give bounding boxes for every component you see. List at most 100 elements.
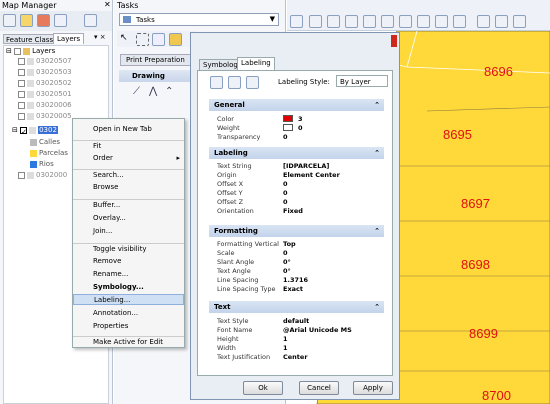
section-labeling[interactable]: Labeling ⌃: [209, 147, 384, 159]
property-row[interactable]: Height 1: [213, 335, 383, 344]
property-row[interactable]: Text String [IDPARCELA]: [213, 162, 383, 171]
ok-button[interactable]: Ok: [243, 381, 283, 395]
layer-item[interactable]: 03020507: [18, 57, 72, 68]
property-row[interactable]: Offset X 0: [213, 180, 383, 189]
layer-item[interactable]: 0302000: [18, 171, 67, 182]
place-line-icon[interactable]: ⟋: [133, 86, 140, 97]
close-icon[interactable]: [391, 35, 397, 47]
list-options-icon[interactable]: [84, 14, 97, 27]
property-label: Transparency: [217, 133, 261, 141]
place-smartline-icon[interactable]: ⋀: [149, 86, 157, 97]
section-general[interactable]: General ⌃: [209, 99, 384, 111]
zoom-in-icon[interactable]: [363, 15, 376, 28]
pointer-icon[interactable]: ↖: [120, 33, 133, 46]
element-info-icon[interactable]: [169, 33, 182, 46]
menu-open-new-tab[interactable]: Open in New Tab: [73, 124, 184, 135]
property-value: 0: [283, 198, 288, 206]
menu-symbology[interactable]: Symbology...: [73, 282, 184, 293]
tab-print-preparation[interactable]: Print Preparation: [120, 54, 196, 66]
cancel-button[interactable]: Cancel: [299, 381, 339, 395]
property-row[interactable]: Transparency 0: [213, 133, 383, 142]
menu-fit[interactable]: Fit: [73, 140, 184, 151]
layer-item[interactable]: 03020502: [18, 79, 72, 90]
layer-label: 03020503: [36, 68, 72, 76]
property-row[interactable]: Text Style default: [213, 317, 383, 326]
menu-overlay[interactable]: Overlay...: [73, 213, 184, 224]
layer-item[interactable]: 03020501: [18, 90, 72, 101]
open-folder-icon[interactable]: [20, 14, 33, 27]
menu-remove[interactable]: Remove: [73, 256, 184, 267]
menu-rename[interactable]: Rename...: [73, 269, 184, 280]
drawing-header[interactable]: Drawing: [119, 70, 195, 82]
select-icon[interactable]: [136, 33, 149, 46]
tasks-icon: [123, 16, 131, 23]
fence-icon[interactable]: [152, 33, 165, 46]
fit-view-icon[interactable]: [345, 15, 358, 28]
label-tool-icon[interactable]: [210, 76, 223, 89]
property-row[interactable]: Weight 0: [213, 124, 383, 133]
add-layer-icon[interactable]: [37, 14, 50, 27]
property-row[interactable]: Offset Z 0: [213, 198, 383, 207]
layer-item[interactable]: 03020006: [18, 101, 72, 112]
close-icon[interactable]: ✕: [104, 0, 111, 9]
property-row[interactable]: Width 1: [213, 344, 383, 353]
menu-labeling[interactable]: Labeling...: [73, 294, 184, 305]
menu-order[interactable]: Order ▸: [73, 153, 184, 164]
place-shape-icon[interactable]: ⌃: [165, 86, 173, 97]
properties-icon[interactable]: [54, 14, 67, 27]
section-text[interactable]: Text ⌃: [209, 301, 384, 313]
property-row[interactable]: Text Justification Center: [213, 353, 383, 362]
property-row[interactable]: Line Spacing Type Exact: [213, 285, 383, 294]
previous-view-icon[interactable]: [435, 15, 448, 28]
rotate-view-icon[interactable]: [327, 15, 340, 28]
menu-search[interactable]: Search...: [73, 169, 184, 180]
dialog-titlebar[interactable]: [191, 33, 399, 49]
property-row[interactable]: Origin Element Center: [213, 171, 383, 180]
labeling-style-select[interactable]: By Layer: [336, 75, 388, 87]
menu-browse[interactable]: Browse: [73, 182, 184, 193]
clip-volume-icon[interactable]: [513, 15, 526, 28]
menu-toggle-visibility[interactable]: Toggle visibility: [73, 243, 184, 254]
property-row[interactable]: Line Spacing 1.3716: [213, 276, 383, 285]
tasks-dropdown[interactable]: Tasks ▼: [119, 13, 279, 26]
pin-icon[interactable]: ▾ ×: [94, 33, 106, 41]
layer-item-selected[interactable]: ⊟ ✓ 0302: [12, 126, 58, 137]
property-row[interactable]: Formatting Vertical Top: [213, 240, 383, 249]
display-style-icon[interactable]: [309, 15, 322, 28]
sublayer-item[interactable]: Rios: [30, 160, 54, 171]
tab-layers[interactable]: Layers: [53, 33, 85, 44]
next-view-icon[interactable]: [453, 15, 466, 28]
tab-labeling[interactable]: Labeling: [237, 57, 275, 70]
menu-make-active[interactable]: Make Active for Edit: [73, 336, 184, 347]
property-row[interactable]: Text Angle 0°: [213, 267, 383, 276]
menu-properties[interactable]: Properties: [73, 321, 184, 332]
save-icon[interactable]: [228, 76, 241, 89]
apply-button[interactable]: Apply: [353, 381, 393, 395]
sublayer-item[interactable]: Calles: [30, 138, 60, 149]
menu-label: Properties: [93, 322, 129, 330]
section-formatting[interactable]: Formatting ⌃: [209, 225, 384, 237]
menu-buffer[interactable]: Buffer...: [73, 199, 184, 210]
property-row[interactable]: Offset Y 0: [213, 189, 383, 198]
layer-item[interactable]: 03020503: [18, 68, 72, 79]
save-as-icon[interactable]: [246, 76, 259, 89]
property-row[interactable]: Font Name @Arial Unicode MS: [213, 326, 383, 335]
zoom-out-icon[interactable]: [381, 15, 394, 28]
view-settings-icon[interactable]: [495, 15, 508, 28]
layer-item[interactable]: 03020005: [18, 112, 72, 123]
menu-join[interactable]: Join...: [73, 226, 184, 237]
menu-annotation[interactable]: Annotation...: [73, 308, 184, 319]
property-row[interactable]: Slant Angle 0°: [213, 258, 383, 267]
labeling-style-label: Labeling Style:: [278, 78, 330, 86]
new-layer-icon[interactable]: [3, 14, 16, 27]
parcel-label: 8699: [469, 326, 498, 341]
view-attributes-icon[interactable]: [290, 15, 303, 28]
property-row[interactable]: Color 3: [213, 115, 383, 124]
window-area-icon[interactable]: [399, 15, 412, 28]
copy-view-icon[interactable]: [477, 15, 490, 28]
property-row[interactable]: Scale 0: [213, 249, 383, 258]
property-row[interactable]: Orientation Fixed: [213, 207, 383, 216]
pan-view-icon[interactable]: [417, 15, 430, 28]
property-value: Center: [283, 353, 308, 361]
sublayer-item[interactable]: Parcelas: [30, 149, 68, 160]
